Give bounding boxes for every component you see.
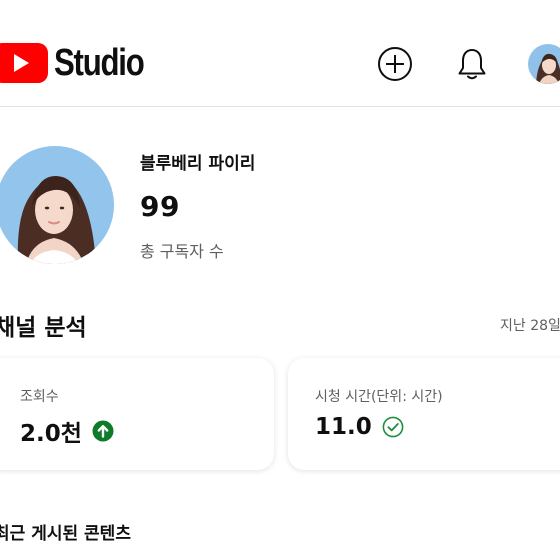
views-card[interactable]: 조회수 2.0천 — [0, 358, 274, 470]
bell-icon — [458, 49, 486, 80]
create-button[interactable] — [375, 44, 415, 84]
views-value: 2.0천 — [20, 421, 82, 447]
subscriber-label: 총 구독자 수 — [140, 242, 224, 261]
logo-text: Studio — [54, 42, 145, 84]
studio-logo[interactable]: Studio — [0, 43, 163, 83]
studio-app: Studio 블루베리 파이리 99 총 구독자 수 채널 분석 지난 28일 … — [0, 0, 560, 560]
subscriber-count: 99 — [140, 190, 180, 223]
watch-time-value: 11.0 — [315, 414, 372, 440]
account-avatar[interactable] — [528, 44, 560, 84]
watch-time-card[interactable]: 시청 시간(단위: 시간) 11.0 — [288, 358, 560, 470]
top-app-bar: Studio — [0, 0, 560, 107]
analytics-period: 지난 28일 — [500, 318, 560, 334]
channel-avatar-photo — [0, 146, 114, 264]
analytics-title: 채널 분석 — [0, 315, 87, 341]
plus-circle-icon — [378, 47, 412, 81]
recent-content-title: 최근 게시된 콘텐츠 — [0, 524, 131, 544]
account-avatar-photo — [528, 44, 560, 84]
arrow-up-circle-icon — [92, 420, 114, 442]
check-circle-icon — [382, 416, 404, 438]
watch-time-value-row: 11.0 — [315, 414, 404, 440]
notifications-button[interactable] — [452, 44, 492, 84]
youtube-play-logo-icon — [0, 43, 48, 83]
views-value-row: 2.0천 — [20, 414, 114, 448]
channel-name: 블루베리 파이리 — [140, 154, 256, 174]
watch-time-label: 시청 시간(단위: 시간) — [315, 389, 443, 405]
channel-avatar[interactable] — [0, 146, 114, 264]
views-label: 조회수 — [20, 389, 59, 405]
